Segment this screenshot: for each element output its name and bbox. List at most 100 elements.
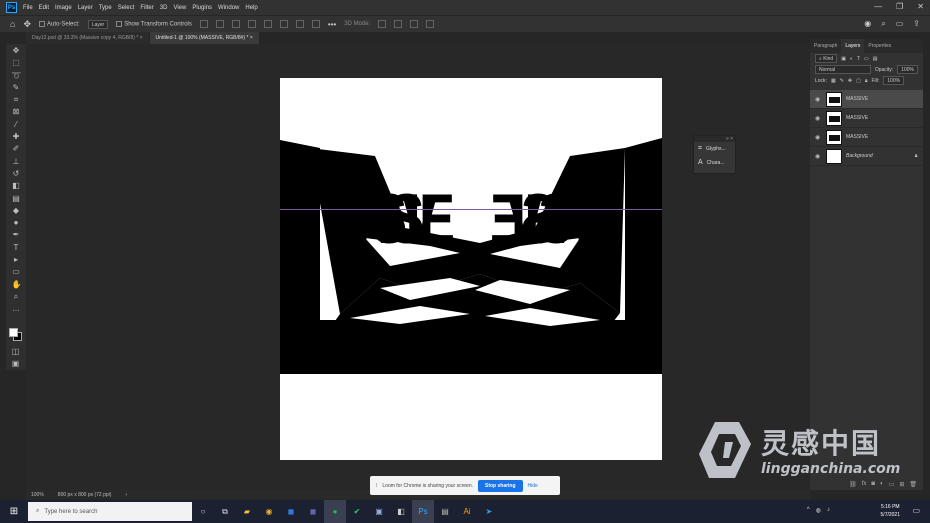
status-arrow-icon[interactable]: › — [125, 492, 127, 498]
menu-select[interactable]: Select — [118, 5, 135, 11]
tab-paragraph[interactable]: Paragraph — [810, 39, 841, 53]
lock-all-icon[interactable]: 🔒︎ — [865, 78, 868, 84]
photoshop-taskbar-icon[interactable]: Ps — [412, 500, 434, 523]
menu-window[interactable]: Window — [218, 5, 239, 11]
checkmark-app-icon[interactable]: ✔ — [346, 500, 368, 523]
filter-shape-icon[interactable]: ▭ — [864, 56, 869, 62]
tab-untitled-1[interactable]: Untitled-1 @ 100% (MASSIVE, RGB/8#) * × — [149, 32, 259, 44]
drag-handle-icon[interactable]: ⁞ — [376, 483, 377, 489]
share-icon[interactable]: ⇪ — [913, 19, 920, 29]
teams-icon[interactable]: ◼ — [302, 500, 324, 523]
tab-close-icon[interactable]: × — [140, 35, 143, 41]
photoshop-logo-icon[interactable]: Ps — [6, 2, 17, 13]
layer-kind-dropdown[interactable]: ⌕ Kind — [815, 54, 838, 63]
align-middle-icon[interactable] — [215, 20, 224, 28]
move-tool-icon[interactable]: ✥ — [23, 19, 31, 30]
menu-type[interactable]: Type — [99, 5, 112, 11]
eye-icon[interactable]: ◉ — [815, 134, 822, 141]
distribute-icon[interactable] — [295, 20, 304, 28]
outlook-icon[interactable]: ◼ — [280, 500, 302, 523]
workspace-icon[interactable]: ▭ — [896, 19, 904, 29]
menu-image[interactable]: Image — [55, 5, 72, 11]
distribute-h-icon[interactable] — [311, 20, 320, 28]
more-options-icon[interactable]: ••• — [328, 20, 336, 29]
menu-help[interactable]: Help — [245, 5, 257, 11]
quick-mask-icon[interactable]: ◫ — [11, 347, 20, 356]
zoom-tool-icon[interactable]: ⌕ — [12, 292, 21, 301]
zoom-level[interactable]: 100% — [31, 492, 44, 498]
auto-select-dropdown[interactable]: Layer — [87, 19, 109, 29]
path-select-tool-icon[interactable]: ▸ — [12, 255, 21, 264]
screen-mode-icon[interactable]: ▣ — [11, 359, 20, 368]
spotify-icon[interactable]: ● — [324, 500, 346, 523]
filter-type-icon[interactable]: T — [857, 56, 860, 62]
lock-brush-icon[interactable]: ✎ — [840, 78, 844, 84]
chrome-icon[interactable]: ◉ — [258, 500, 280, 523]
layer-row-background[interactable]: ◉ Background 🔒︎ — [810, 147, 923, 166]
telegram-icon[interactable]: ➤ — [478, 500, 500, 523]
healing-tool-icon[interactable]: ✚ — [12, 132, 21, 141]
dodge-tool-icon[interactable]: ● — [12, 218, 21, 227]
shape-tool-icon[interactable]: ▭ — [12, 267, 21, 276]
auto-select-checkbox[interactable]: Auto-Select: — [38, 20, 80, 27]
search-icon[interactable]: ⌕ — [881, 19, 885, 29]
3d-pan-icon[interactable] — [410, 20, 419, 28]
task-view-icon[interactable]: ⧉ — [214, 500, 236, 523]
store-icon[interactable]: ◧ — [390, 500, 412, 523]
close-icon[interactable]: ✕ — [917, 2, 924, 11]
menu-edit[interactable]: Edit — [39, 5, 49, 11]
align-center-icon[interactable] — [263, 20, 272, 28]
maximize-icon[interactable]: ❐ — [896, 2, 903, 11]
eye-icon[interactable]: ◉ — [815, 96, 822, 103]
tab-layers[interactable]: Layers — [841, 39, 865, 53]
transform-controls-checkbox[interactable]: Show Transform Controls — [116, 20, 192, 27]
tray-arrow-icon[interactable]: ^ — [807, 507, 810, 514]
3d-slide-icon[interactable] — [426, 20, 435, 28]
fill-input[interactable]: 100% — [883, 76, 905, 85]
hand-tool-icon[interactable]: ✋ — [12, 280, 22, 289]
align-left-icon[interactable] — [247, 20, 256, 28]
tab-day12[interactable]: Day12.psd @ 33.3% (Massive copy 4, RGB/8… — [26, 32, 149, 44]
character-panel-button[interactable]: A Chara... — [694, 156, 735, 169]
stop-sharing-button[interactable]: Stop sharing — [477, 479, 523, 492]
quick-select-tool-icon[interactable]: ✎ — [12, 83, 21, 92]
generic-app-icon[interactable]: ▣ — [368, 500, 390, 523]
file-explorer-icon[interactable]: ▰ — [236, 500, 258, 523]
taskbar-clock[interactable]: 5:16 PM 5/7/2021 — [881, 503, 900, 519]
menu-file[interactable]: File — [23, 5, 33, 11]
menu-plugins[interactable]: Plugins — [192, 5, 212, 11]
tab-properties[interactable]: Properties — [864, 39, 895, 53]
align-top-icon[interactable] — [199, 20, 208, 28]
illustrator-icon[interactable]: Ai — [456, 500, 478, 523]
settings-app-icon[interactable]: ▤ — [434, 500, 456, 523]
windows-start-icon[interactable]: ⊞ — [0, 500, 28, 523]
3d-orbit-icon[interactable] — [378, 20, 387, 28]
minimize-icon[interactable]: — — [874, 2, 882, 11]
edit-toolbar-icon[interactable]: … — [12, 304, 21, 313]
crop-tool-icon[interactable]: ⌗ — [12, 95, 21, 104]
volume-icon[interactable]: ♪ — [827, 507, 830, 514]
align-right-icon[interactable] — [279, 20, 288, 28]
align-bottom-icon[interactable] — [231, 20, 240, 28]
lock-pixels-icon[interactable]: ▦ — [831, 78, 836, 84]
home-icon[interactable]: ⌂ — [10, 19, 15, 29]
move-tool-icon[interactable]: ✥ — [12, 46, 21, 55]
foreground-color-swatch[interactable] — [9, 328, 18, 337]
layer-row[interactable]: ◉ MASSIVE — [810, 128, 923, 147]
network-icon[interactable]: ◍ — [816, 507, 821, 514]
menu-filter[interactable]: Filter — [140, 5, 153, 11]
glyphs-panel-button[interactable]: ⌗ Glyphs... — [694, 142, 735, 156]
eye-icon[interactable]: ◉ — [815, 115, 822, 122]
document-canvas[interactable]: MASSIVE MASSIVE — [280, 78, 662, 460]
brush-tool-icon[interactable]: ✐ — [12, 144, 21, 153]
filter-pixel-icon[interactable]: ▣ — [841, 56, 846, 62]
hide-button[interactable]: Hide — [528, 483, 538, 489]
filter-smart-icon[interactable]: ▤ — [873, 56, 878, 62]
user-icon[interactable]: ◉ — [864, 19, 871, 29]
history-brush-icon[interactable]: ↺ — [12, 169, 21, 178]
eye-icon[interactable]: ◉ — [815, 153, 822, 160]
lock-artboard-icon[interactable]: ▢ — [856, 78, 861, 84]
frame-tool-icon[interactable]: ⊠ — [12, 107, 21, 116]
menu-layer[interactable]: Layer — [78, 5, 93, 11]
eyedropper-tool-icon[interactable]: ⁄ — [12, 120, 21, 129]
